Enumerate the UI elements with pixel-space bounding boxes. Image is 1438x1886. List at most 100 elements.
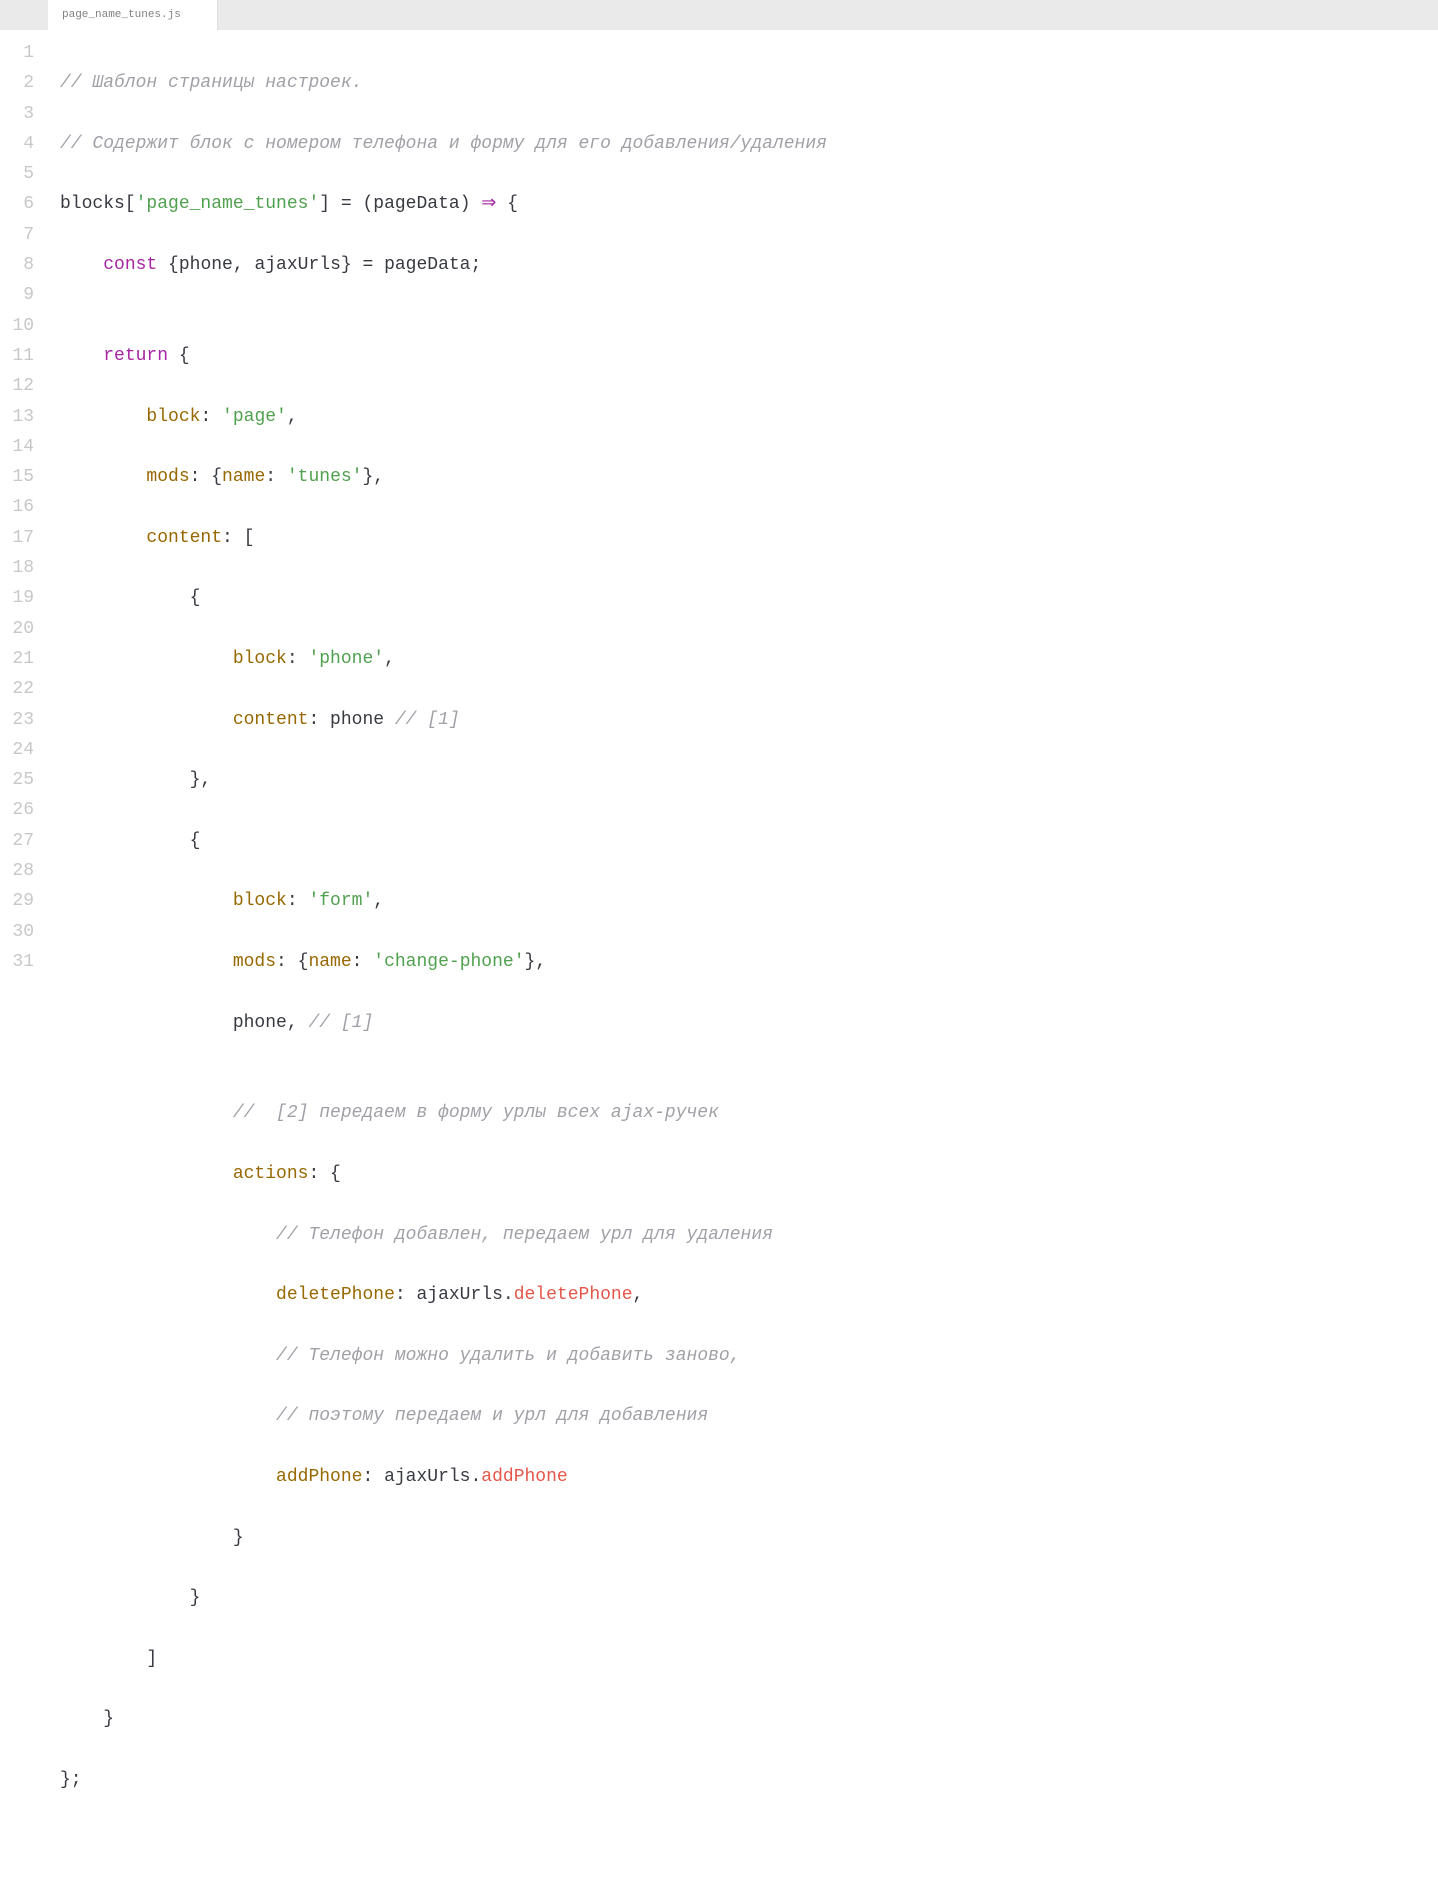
- code-comment: // [2] передаем в форму урлы всех ajax-р…: [233, 1103, 719, 1123]
- code-string: 'page_name_tunes': [136, 194, 320, 214]
- line-number: 14: [0, 432, 48, 462]
- code-token: blocks[: [60, 194, 136, 214]
- code-token: ,: [384, 649, 395, 669]
- code-comment: // поэтому передаем и урл для добавления: [276, 1406, 708, 1426]
- line-number: 12: [0, 371, 48, 401]
- code-property: block: [233, 891, 287, 911]
- code-token: {: [60, 588, 200, 608]
- line-number: 3: [0, 99, 48, 129]
- code-indent: [60, 710, 233, 730]
- code-indent: [60, 1406, 276, 1426]
- code-token: {phone, ajaxUrls} = pageData;: [157, 255, 481, 275]
- code-keyword: return: [103, 346, 168, 366]
- code-token: :: [287, 891, 309, 911]
- file-tab[interactable]: page_name_tunes.js: [48, 0, 218, 30]
- code-indent: [60, 1225, 276, 1245]
- code-token: ,: [633, 1285, 644, 1305]
- line-number: 28: [0, 856, 48, 886]
- code-indent: [60, 1164, 233, 1184]
- code-token: },: [60, 770, 211, 790]
- code-token: ,: [287, 407, 298, 427]
- code-keyword: const: [103, 255, 157, 275]
- code-indent: [60, 1285, 276, 1305]
- code-token: {: [168, 346, 190, 366]
- code-indent: [60, 1346, 276, 1366]
- code-indent: [60, 891, 233, 911]
- code-property: name: [308, 952, 351, 972]
- line-number: 8: [0, 250, 48, 280]
- line-number: 22: [0, 674, 48, 704]
- line-number: 10: [0, 311, 48, 341]
- code-attr: deletePhone: [514, 1285, 633, 1305]
- code-indent: [60, 346, 103, 366]
- line-number: 7: [0, 220, 48, 250]
- code-token: {: [60, 831, 200, 851]
- code-token: : [: [222, 528, 254, 548]
- code-token: :: [352, 952, 374, 972]
- line-number: 15: [0, 462, 48, 492]
- code-indent: [60, 1103, 233, 1123]
- line-number: 25: [0, 765, 48, 795]
- code-comment: // Телефон добавлен, передаем урл для уд…: [276, 1225, 773, 1245]
- code-comment: // [1]: [395, 710, 460, 730]
- code-token: }: [60, 1709, 114, 1729]
- code-token: },: [525, 952, 547, 972]
- code-property: actions: [233, 1164, 309, 1184]
- code-indent: [60, 255, 103, 275]
- code-editor[interactable]: 1234567891011121314151617181920212223242…: [0, 30, 1438, 1886]
- code-token: phone,: [60, 1013, 308, 1033]
- tab-bar: page_name_tunes.js: [0, 0, 1438, 30]
- code-property: content: [233, 710, 309, 730]
- line-number: 2: [0, 68, 48, 98]
- code-content[interactable]: // Шаблон страницы настроек. // Содержит…: [48, 30, 1438, 1886]
- code-indent: [60, 407, 146, 427]
- code-string: 'tunes': [287, 467, 363, 487]
- code-arrow: ⇒: [481, 194, 496, 214]
- code-attr: addPhone: [481, 1467, 567, 1487]
- code-property: deletePhone: [276, 1285, 395, 1305]
- line-number: 21: [0, 644, 48, 674]
- line-number: 19: [0, 583, 48, 613]
- code-token: };: [60, 1770, 82, 1790]
- code-property: block: [146, 407, 200, 427]
- code-property: mods: [233, 952, 276, 972]
- code-string: 'change-phone': [373, 952, 524, 972]
- line-number: 17: [0, 523, 48, 553]
- line-number: 1: [0, 38, 48, 68]
- code-token: },: [363, 467, 385, 487]
- code-indent: [60, 1467, 276, 1487]
- line-number: 16: [0, 492, 48, 522]
- code-token: ]: [60, 1649, 157, 1669]
- line-number: 24: [0, 735, 48, 765]
- line-number: 27: [0, 826, 48, 856]
- line-number: 9: [0, 280, 48, 310]
- file-tab-label: page_name_tunes.js: [62, 9, 181, 21]
- code-comment: // Телефон можно удалить и добавить зано…: [276, 1346, 740, 1366]
- code-token: :: [265, 467, 287, 487]
- line-number: 26: [0, 795, 48, 825]
- code-token: :: [287, 649, 309, 669]
- code-token: : {: [276, 952, 308, 972]
- code-comment: // Содержит блок с номером телефона и фо…: [60, 134, 827, 154]
- code-comment: // [1]: [308, 1013, 373, 1033]
- code-string: 'page': [222, 407, 287, 427]
- code-property: content: [146, 528, 222, 548]
- code-property: block: [233, 649, 287, 669]
- code-token: }: [60, 1588, 200, 1608]
- code-token: ] = (pageData): [319, 194, 481, 214]
- code-token: : ajaxUrls.: [362, 1467, 481, 1487]
- code-token: : {: [308, 1164, 340, 1184]
- code-indent: [60, 952, 233, 972]
- line-number: 20: [0, 614, 48, 644]
- code-token: {: [496, 194, 518, 214]
- line-number: 11: [0, 341, 48, 371]
- code-indent: [60, 467, 146, 487]
- code-token: }: [60, 1528, 244, 1548]
- code-token: :: [200, 407, 222, 427]
- code-token: : ajaxUrls.: [395, 1285, 514, 1305]
- code-token: : phone: [308, 710, 394, 730]
- code-token: ,: [373, 891, 384, 911]
- line-number: 30: [0, 917, 48, 947]
- code-comment: // Шаблон страницы настроек.: [60, 73, 362, 93]
- code-token: : {: [190, 467, 222, 487]
